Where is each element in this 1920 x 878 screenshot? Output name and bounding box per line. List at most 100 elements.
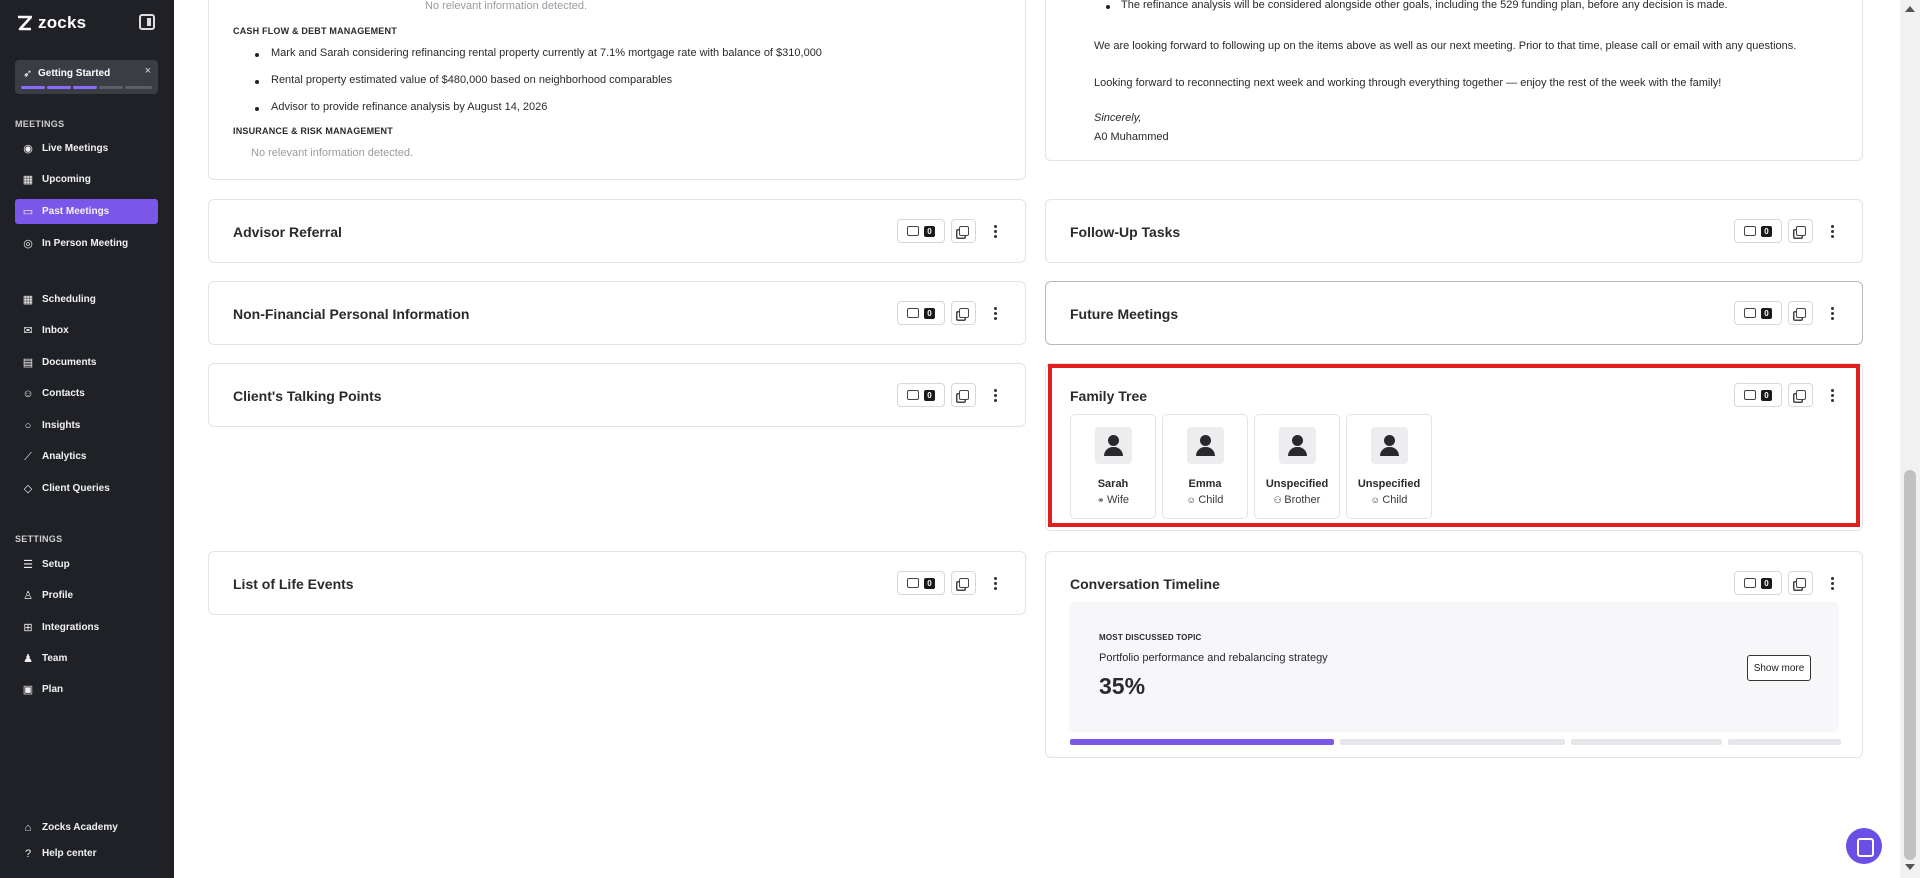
getting-started-label: Getting Started <box>38 68 111 79</box>
copy-button[interactable] <box>1788 219 1813 243</box>
copy-button[interactable] <box>951 571 976 595</box>
progress-step <box>125 86 152 89</box>
sidebar-item-setup[interactable]: ☰ Setup <box>15 552 158 577</box>
comments-button[interactable]: 0 <box>1734 571 1782 595</box>
lightbulb-icon: ○ <box>24 419 32 432</box>
radio-icon: ◉ <box>23 142 33 155</box>
brand[interactable]: zocks <box>17 13 155 33</box>
sidebar-item-upcoming[interactable]: ▦ Upcoming <box>15 167 158 192</box>
rocket-icon: ➶ <box>23 68 33 80</box>
life-events-card[interactable]: List of Life Events 0 <box>208 551 1026 615</box>
copy-icon <box>958 578 969 588</box>
sidebar-item-analytics[interactable]: ⟋ Analytics <box>15 444 158 469</box>
copy-button[interactable] <box>1788 571 1813 595</box>
folder-icon: ▭ <box>22 205 34 218</box>
card-tools: 0 <box>897 301 1004 325</box>
more-options-icon[interactable] <box>986 301 1004 325</box>
getting-started-card[interactable]: ➶ Getting Started × <box>15 60 158 94</box>
nav-label: Contacts <box>42 388 85 399</box>
follow-up-tasks-card[interactable]: Follow-Up Tasks 0 <box>1045 199 1863 263</box>
sidebar-item-inbox[interactable]: ✉ Inbox <box>15 318 158 343</box>
timeline-segment <box>1070 739 1334 745</box>
show-more-button[interactable]: Show more <box>1747 655 1811 681</box>
close-icon[interactable]: × <box>145 65 151 77</box>
more-options-icon[interactable] <box>1823 219 1841 243</box>
more-options-icon[interactable] <box>986 219 1004 243</box>
scroll-up-icon[interactable] <box>1905 6 1915 12</box>
sidebar-item-past-meetings[interactable]: ▭ Past Meetings <box>15 199 158 224</box>
scroll-thumb[interactable] <box>1904 470 1916 860</box>
sidebar-item-contacts[interactable]: ☺ Contacts <box>15 381 158 406</box>
comments-button[interactable]: 0 <box>897 219 945 243</box>
cashflow-bullet: Rental property estimated value of $480,… <box>271 74 673 86</box>
talking-points-card[interactable]: Client's Talking Points 0 <box>208 363 1026 427</box>
advisor-referral-card[interactable]: Advisor Referral 0 <box>208 199 1026 263</box>
non-financial-info-card[interactable]: Non-Financial Personal Information 0 <box>208 281 1026 345</box>
nav-label: Inbox <box>42 325 69 336</box>
collapse-sidebar-icon[interactable] <box>139 14 155 30</box>
copy-button[interactable] <box>951 219 976 243</box>
bullet <box>255 107 259 111</box>
card-tools: 0 <box>897 571 1004 595</box>
copy-button[interactable] <box>951 301 976 325</box>
team-icon: ♟ <box>23 652 33 665</box>
comment-icon <box>907 578 920 588</box>
card-tools: 0 <box>1734 571 1841 595</box>
sidebar-item-help-center[interactable]: ? Help center <box>15 841 158 866</box>
sliders-icon: ☰ <box>23 558 33 571</box>
comment-count: 0 <box>1761 577 1772 589</box>
progress-step <box>99 86 123 89</box>
comments-button[interactable]: 0 <box>1734 301 1782 325</box>
card-title: List of Life Events <box>233 576 354 592</box>
settings-section-title: SETTINGS <box>15 534 63 544</box>
email-signoff: Sincerely, <box>1094 112 1142 124</box>
timeline-segment <box>1728 739 1841 745</box>
more-options-icon[interactable] <box>1823 301 1841 325</box>
comments-button[interactable]: 0 <box>1734 219 1782 243</box>
copy-button[interactable] <box>951 383 976 407</box>
copy-button[interactable] <box>1788 301 1813 325</box>
comment-icon <box>907 308 920 318</box>
bullet <box>255 80 259 84</box>
sidebar-item-profile[interactable]: ♙ Profile <box>15 583 158 608</box>
nav-label: Setup <box>42 559 70 570</box>
sidebar-item-in-person-meeting[interactable]: ◎ In Person Meeting <box>15 231 158 256</box>
sidebar-item-client-queries[interactable]: ◇ Client Queries <box>15 476 158 501</box>
page-scrollbar[interactable] <box>1900 0 1920 878</box>
sidebar-item-live-meetings[interactable]: ◉ Live Meetings <box>15 136 158 161</box>
chat-support-icon[interactable] <box>1846 828 1882 864</box>
more-options-icon[interactable] <box>1823 571 1841 595</box>
comments-button[interactable]: 0 <box>897 571 945 595</box>
scroll-down-icon[interactable] <box>1905 864 1915 870</box>
comments-button[interactable]: 0 <box>897 383 945 407</box>
zocks-logo-icon <box>18 15 32 31</box>
future-meetings-card[interactable]: Future Meetings 0 <box>1045 281 1863 345</box>
card-title: Conversation Timeline <box>1070 576 1220 592</box>
no-info-text: No relevant information detected. <box>251 147 414 159</box>
nav-label: Documents <box>42 357 97 368</box>
comment-icon <box>1744 226 1757 236</box>
card-title: Future Meetings <box>1070 306 1179 322</box>
more-options-icon[interactable] <box>986 383 1004 407</box>
chart-line-icon: ⟋ <box>24 450 32 463</box>
card-tools: 0 <box>1734 219 1841 243</box>
copy-icon <box>958 390 969 400</box>
timeline-segment <box>1571 739 1723 745</box>
sidebar-item-team[interactable]: ♟ Team <box>15 646 158 671</box>
no-info-text: No relevant information detected. <box>425 0 588 12</box>
comments-button[interactable]: 0 <box>897 301 945 325</box>
more-options-icon[interactable] <box>986 571 1004 595</box>
sidebar-item-documents[interactable]: ▤ Documents <box>15 350 158 375</box>
sidebar-item-zocks-academy[interactable]: ⌂ Zocks Academy <box>15 815 158 840</box>
card-tools: 0 <box>897 219 1004 243</box>
cashflow-bullet: Mark and Sarah considering refinancing r… <box>271 47 822 59</box>
comment-count: 0 <box>924 225 935 237</box>
sidebar-item-integrations[interactable]: ⊞ Integrations <box>15 615 158 640</box>
sidebar-item-scheduling[interactable]: ▦ Scheduling <box>15 287 158 312</box>
nav-label: Live Meetings <box>42 143 109 154</box>
brand-name: zocks <box>38 13 87 32</box>
calendar-icon: ▦ <box>22 173 34 186</box>
sidebar-item-insights[interactable]: ○ Insights <box>15 413 158 438</box>
sidebar-item-plan[interactable]: ▣ Plan <box>15 677 158 702</box>
nav-label: Insights <box>42 420 81 431</box>
